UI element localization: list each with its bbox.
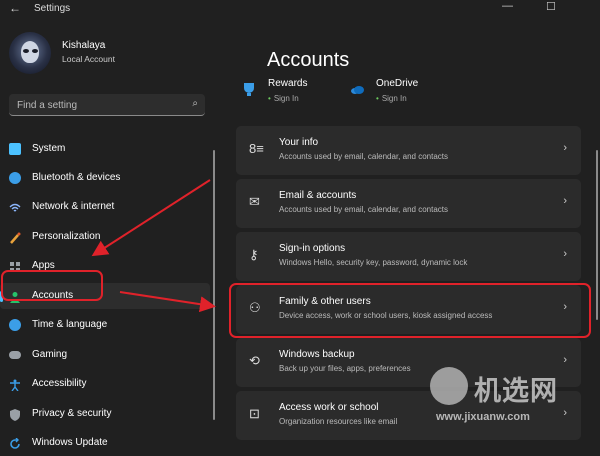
nav-label: Windows Update	[32, 437, 108, 448]
page-title: Accounts	[267, 49, 350, 71]
window-title: Settings	[34, 3, 71, 14]
content-scrollbar[interactable]	[596, 150, 598, 320]
user-name: Kishalaya	[62, 40, 106, 51]
nav-item-privacy[interactable]: Privacy & security	[0, 401, 210, 427]
onedrive-tile[interactable]: OneDrive • Sign In	[350, 76, 450, 108]
card-title: Sign-in options	[279, 243, 346, 254]
chevron-right-icon: ›	[563, 195, 567, 207]
nav-item-personalization[interactable]: Personalization	[0, 224, 210, 250]
service-name: OneDrive	[376, 78, 419, 89]
monitor-icon	[9, 143, 21, 155]
bluetooth-icon	[9, 172, 21, 184]
person-card-icon: 8≡	[249, 141, 264, 156]
rewards-tile[interactable]: Rewards • Sign In	[242, 76, 342, 108]
nav-item-gaming[interactable]: Gaming	[0, 342, 210, 368]
nav-label: Accessibility	[32, 378, 87, 389]
nav-label: Personalization	[32, 231, 101, 242]
nav-label: Network & internet	[32, 201, 115, 212]
nav-item-time-language[interactable]: Time & language	[0, 312, 210, 338]
gamepad-icon	[9, 351, 21, 359]
watermark-text: 机选网	[474, 376, 558, 406]
nav-item-system[interactable]: System	[0, 136, 210, 162]
chevron-right-icon: ›	[563, 248, 567, 260]
service-status[interactable]: • Sign In	[376, 94, 407, 103]
search-box[interactable]: ⌕	[9, 94, 205, 116]
nav-label: Privacy & security	[32, 408, 112, 419]
avatar[interactable]	[9, 32, 51, 74]
nav-item-windows-update[interactable]: Windows Update	[0, 430, 210, 456]
briefcase-icon: ⊡	[249, 406, 260, 421]
sidebar: Kishalaya Local Account ⌕ System Bluetoo…	[0, 18, 218, 449]
nav-item-bluetooth[interactable]: Bluetooth & devices	[0, 165, 210, 191]
sidebar-scrollbar[interactable]	[213, 150, 215, 420]
brush-icon	[9, 231, 21, 244]
nav-item-network[interactable]: Network & internet	[0, 194, 210, 220]
minimize-button[interactable]: —	[502, 0, 513, 12]
watermark-logo: 机选网 www.jixuanw.com	[430, 365, 600, 442]
eye-left	[23, 49, 29, 53]
search-icon[interactable]: ⌕	[192, 98, 198, 109]
card-subtitle: Organization resources like email	[279, 417, 398, 426]
update-icon	[9, 437, 21, 449]
card-title: Access work or school	[279, 402, 379, 413]
nav-label: System	[32, 143, 66, 154]
watermark-circle-icon	[430, 367, 468, 405]
account-type: Local Account	[62, 54, 115, 64]
wifi-icon	[9, 201, 21, 213]
service-name: Rewards	[268, 78, 308, 89]
back-arrow-icon[interactable]: ←	[9, 1, 21, 15]
backup-icon: ⟲	[249, 353, 260, 368]
accounts-highlight-box	[1, 270, 103, 301]
title-bar: ← Settings — ☐	[0, 0, 600, 18]
accessibility-icon	[9, 378, 21, 392]
key-icon: ⚷	[249, 247, 259, 262]
envelope-icon: ✉	[249, 194, 260, 209]
card-subtitle: Accounts used by email, calendar, and co…	[279, 205, 448, 214]
card-your-info[interactable]: 8≡ Your info Accounts used by email, cal…	[236, 126, 581, 175]
nav-label: Gaming	[32, 349, 68, 360]
onedrive-icon	[351, 86, 364, 94]
watermark-url: www.jixuanw.com	[436, 411, 530, 423]
card-sign-in-options[interactable]: ⚷ Sign-in options Windows Hello, securit…	[236, 232, 581, 281]
card-subtitle: Back up your files, apps, preferences	[279, 364, 411, 373]
nav-item-accessibility[interactable]: Accessibility	[0, 371, 210, 397]
card-title: Email & accounts	[279, 190, 357, 201]
chevron-right-icon: ›	[563, 142, 567, 154]
card-title: Your info	[279, 137, 319, 148]
family-highlight-box	[229, 283, 591, 338]
nav-label: Bluetooth & devices	[32, 172, 121, 183]
globe-clock-icon	[9, 319, 21, 331]
service-status[interactable]: • Sign In	[268, 94, 299, 103]
card-subtitle: Accounts used by email, calendar, and co…	[279, 152, 448, 161]
card-subtitle: Windows Hello, security key, password, d…	[279, 258, 468, 267]
eye-right	[32, 49, 38, 53]
maximize-button[interactable]: ☐	[546, 0, 556, 13]
rewards-icon	[244, 83, 254, 96]
shield-icon	[9, 408, 21, 421]
card-title: Windows backup	[279, 349, 355, 360]
nav-label: Time & language	[32, 319, 108, 330]
search-input[interactable]	[9, 94, 189, 116]
card-email-accounts[interactable]: ✉ Email & accounts Accounts used by emai…	[236, 179, 581, 228]
